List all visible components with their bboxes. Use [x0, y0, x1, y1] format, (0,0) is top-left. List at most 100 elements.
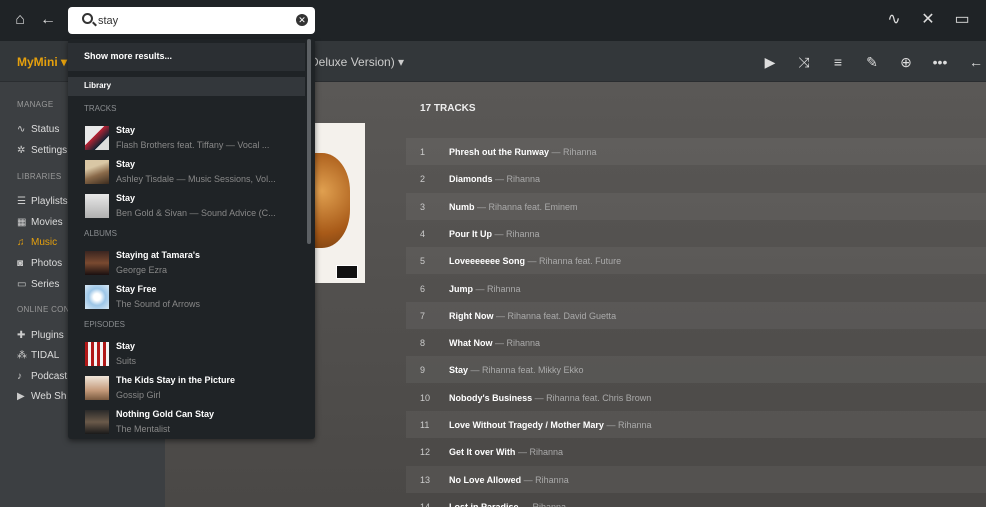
result-thumbnail: [85, 376, 109, 400]
download-icon[interactable]: ⊕: [896, 52, 916, 72]
result-episode[interactable]: The Kids Stay in the Picture Gossip Girl: [68, 373, 305, 405]
track-title-text: Numb: [449, 201, 475, 212]
track-row[interactable]: 14 Lost in Paradise — Rihanna: [406, 493, 986, 507]
track-row[interactable]: 1 Phresh out the Runway — Rihanna: [406, 138, 986, 165]
track-title[interactable]: Lost in Paradise — Rihanna: [449, 502, 566, 507]
result-title: Nothing Gold Can Stay: [116, 409, 214, 419]
result-track[interactable]: Stay Ashley Tisdale — Music Sessions, Vo…: [68, 157, 305, 189]
result-title: Stay Free: [116, 284, 157, 294]
track-number: 3: [420, 201, 426, 212]
tidal-icon: ⁂: [17, 350, 27, 361]
track-title[interactable]: Numb — Rihanna feat. Eminem: [449, 202, 578, 212]
track-number: 12: [420, 447, 431, 458]
sidebar-item-plugins[interactable]: ✚ Plugins: [17, 330, 64, 346]
section-head-online: ONLINE CON: [17, 305, 70, 314]
search-box[interactable]: ✕: [68, 7, 315, 34]
sidebar-item-settings[interactable]: ✲ Settings: [17, 145, 67, 161]
activity-icon[interactable]: ∿: [884, 10, 904, 30]
album-art[interactable]: [310, 123, 365, 283]
result-title: The Kids Stay in the Picture: [116, 375, 236, 385]
track-row[interactable]: 4 Pour It Up — Rihanna: [406, 220, 986, 247]
result-title: Staying at Tamara's: [116, 250, 201, 260]
track-title[interactable]: No Love Allowed — Rihanna: [449, 475, 569, 485]
track-row[interactable]: 6 Jump — Rihanna: [406, 275, 986, 302]
album-title[interactable]: Deluxe Version) ▾: [310, 55, 404, 69]
track-title[interactable]: Nobody's Business — Rihanna feat. Chris …: [449, 393, 651, 403]
sidebar-item-playlists[interactable]: ☰ Playlists: [17, 196, 68, 212]
result-episode[interactable]: Stay Suits: [68, 339, 305, 371]
track-row[interactable]: 8 What Now — Rihanna: [406, 329, 986, 356]
track-title-text: Lost in Paradise: [449, 501, 519, 507]
track-title[interactable]: Stay — Rihanna feat. Mikky Ekko: [449, 365, 584, 375]
tools-icon[interactable]: ✕: [918, 10, 938, 30]
track-title[interactable]: What Now — Rihanna: [449, 338, 540, 348]
result-thumbnail: [85, 342, 109, 366]
track-title[interactable]: Jump — Rihanna: [449, 284, 521, 294]
add-to-queue-icon[interactable]: ≡: [828, 52, 848, 72]
mic-icon: ♪: [17, 371, 22, 382]
track-row[interactable]: 9 Stay — Rihanna feat. Mikky Ekko: [406, 356, 986, 384]
collapse-icon[interactable]: ←: [966, 52, 986, 72]
track-row[interactable]: 2 Diamonds — Rihanna: [406, 165, 986, 192]
sidebar-item-web-shows[interactable]: ▶ Web Sh: [17, 391, 66, 407]
track-row[interactable]: 3 Numb — Rihanna feat. Eminem: [406, 192, 986, 220]
result-episode[interactable]: Nothing Gold Can Stay The Mentalist: [68, 407, 305, 439]
result-subtitle: Ashley Tisdale — Music Sessions, Vol...: [116, 174, 276, 184]
track-row[interactable]: 12 Get It over With — Rihanna: [406, 438, 986, 465]
track-artist: — Rihanna: [492, 174, 541, 185]
track-artist: — Rihanna: [603, 420, 652, 430]
track-title[interactable]: Love Without Tragedy / Mother Mary — Rih…: [449, 420, 651, 430]
tracks-count-heading: 17 TRACKS: [420, 103, 476, 114]
track-row[interactable]: 7 Right Now — Rihanna feat. David Guetta: [406, 301, 986, 329]
sidebar-item-photos[interactable]: ◙ Photos: [17, 258, 62, 274]
track-title[interactable]: Phresh out the Runway — Rihanna: [449, 147, 597, 157]
show-more-label: Show more results...: [84, 51, 173, 61]
search-results-dropdown: Show more results... Library TRACKS Stay…: [68, 39, 315, 439]
sidebar-item-tidal[interactable]: ⁂ TIDAL: [17, 350, 59, 366]
track-title-text: Jump: [449, 283, 474, 294]
sidebar-item-status[interactable]: ∿ Status: [17, 124, 59, 140]
dropdown-scrollbar[interactable]: [307, 39, 311, 244]
sidebar-item-movies[interactable]: ▦ Movies: [17, 217, 63, 233]
track-row[interactable]: 13 No Love Allowed — Rihanna: [406, 465, 986, 493]
edit-icon[interactable]: ✎: [862, 52, 882, 72]
track-row[interactable]: 11 Love Without Tragedy / Mother Mary — R…: [406, 411, 986, 438]
play-icon[interactable]: ▶: [760, 52, 780, 72]
result-track[interactable]: Stay Ben Gold & Sivan — Sound Advice (C.…: [68, 191, 305, 223]
show-more-results-button[interactable]: Show more results...: [68, 43, 305, 71]
track-artist: — Rihanna: [492, 228, 540, 239]
track-row[interactable]: 5 Loveeeeeee Song — Rihanna feat. Future: [406, 247, 986, 275]
result-title: Stay: [116, 341, 136, 351]
track-title[interactable]: Get It over With — Rihanna: [449, 447, 563, 457]
more-icon[interactable]: •••: [930, 52, 950, 72]
home-icon[interactable]: ⌂: [10, 10, 30, 30]
cast-icon[interactable]: ▭: [952, 10, 972, 30]
result-thumbnail: [85, 194, 109, 218]
track-title[interactable]: Diamonds — Rihanna: [449, 174, 540, 184]
track-title[interactable]: Right Now — Rihanna feat. David Guetta: [449, 311, 616, 321]
sidebar-item-series[interactable]: ▭ Series: [17, 279, 59, 295]
track-title[interactable]: Loveeeeeee Song — Rihanna feat. Future: [449, 256, 621, 266]
track-title[interactable]: Pour It Up — Rihanna: [449, 229, 540, 239]
search-icon: [82, 13, 93, 24]
shuffle-icon[interactable]: ⤨: [794, 52, 814, 72]
server-selector[interactable]: MyMini ▾: [17, 55, 67, 69]
track-artist: — Rihanna: [492, 338, 541, 349]
tv-icon: ▭: [17, 279, 27, 290]
result-album[interactable]: Staying at Tamara's George Ezra: [68, 248, 305, 280]
result-title: Stay: [116, 125, 136, 135]
result-track[interactable]: Stay Flash Brothers feat. Tiffany — Voca…: [68, 123, 305, 155]
result-thumbnail: [85, 126, 109, 150]
puzzle-icon: ✚: [17, 330, 26, 341]
clear-search-icon[interactable]: ✕: [296, 14, 308, 26]
search-input[interactable]: [98, 12, 288, 29]
results-section-episodes: EPISODES: [84, 320, 125, 329]
track-title-text: Love Without Tragedy / Mother Mary: [449, 420, 604, 430]
sidebar-item-podcasts[interactable]: ♪ Podcast: [17, 371, 67, 387]
album-art-figure: [310, 153, 350, 248]
library-label: Library: [84, 81, 112, 90]
sidebar-item-music[interactable]: ♫ Music: [17, 237, 57, 253]
track-row[interactable]: 10 Nobody's Business — Rihanna feat. Chri…: [406, 384, 986, 411]
back-arrow-icon[interactable]: ←: [38, 10, 58, 30]
result-album[interactable]: Stay Free The Sound of Arrows: [68, 282, 305, 314]
